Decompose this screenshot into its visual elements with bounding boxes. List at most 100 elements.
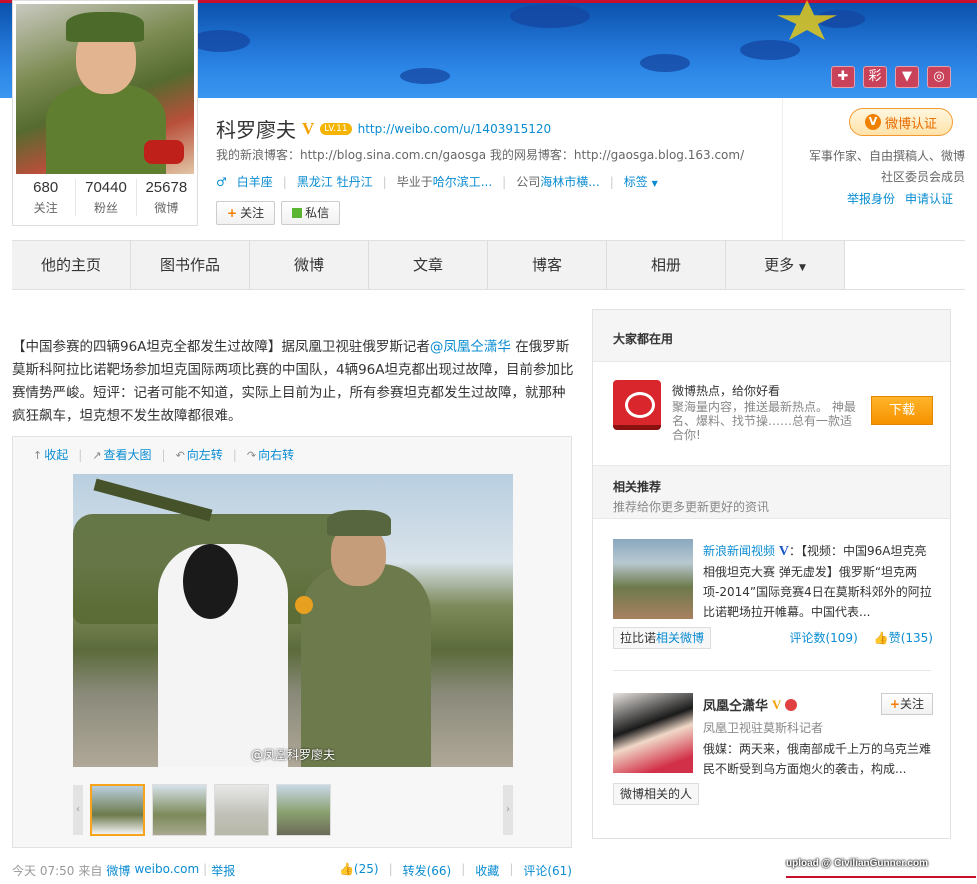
recommend-thumbnail[interactable] (613, 539, 693, 619)
camera-icon[interactable]: ◎ (927, 66, 951, 88)
recommend-header: 相关推荐 推荐给你更多更新更好的资讯 (593, 465, 950, 519)
comment-count-link[interactable]: 评论数(109) (789, 629, 857, 646)
tab-home[interactable]: 他的主页 (12, 241, 131, 289)
watermark-underline (786, 876, 976, 878)
banner-decoration (190, 30, 250, 52)
vip-heart-icon (785, 698, 798, 711)
like-count: 赞(135) (888, 631, 933, 645)
rotate-left-label: 向左转 (186, 448, 223, 462)
school-link[interactable]: 哈尔滨工... (433, 175, 492, 189)
level-badge[interactable]: LV.11 (320, 122, 352, 135)
rotate-left-button[interactable]: ↶ 向左转 (176, 446, 223, 463)
thumbnail[interactable] (214, 784, 269, 836)
like-count: (25) (353, 862, 379, 876)
report-identity-link[interactable]: 举报身份 (847, 190, 895, 207)
message-icon (292, 208, 303, 218)
photo-soldier-cap (327, 510, 391, 536)
tag-suffix: 相关微博 (656, 631, 705, 645)
weibo-app-icon[interactable] (613, 380, 661, 430)
verify-description: 军事作家、自由撰稿人、微博社区委员会成员 (808, 149, 965, 184)
divider: | (161, 447, 166, 462)
zodiac-link[interactable]: 白羊座 (237, 173, 273, 190)
tags-dropdown[interactable]: 标签 ▼ (624, 173, 658, 190)
collapse-icon: ↑ (33, 449, 43, 462)
thumbnail[interactable] (152, 784, 207, 836)
thumbs-up-icon: 👍 (338, 862, 354, 876)
stat-followers[interactable]: 70440 粉丝 (76, 179, 137, 216)
stat-posts[interactable]: 25678 微博 (137, 179, 196, 216)
photo-toolbar: ↑ 收起 | ↗ 查看大图 | ↶ 向左转 | ↷ 向右转 (33, 446, 294, 463)
view-large-label: 查看大图 (103, 448, 152, 462)
download-button[interactable]: 下载 (871, 396, 933, 425)
badge-icon[interactable]: ▼ (895, 66, 919, 88)
thumb-prev-icon[interactable]: ‹ (73, 785, 83, 835)
recommend-person: 凤凰仝潇华 V +关注 凤凰卫视驻莫斯科记者 俄媒：两天来，俄南部成千上万的乌克兰… (613, 693, 933, 813)
stat-label: 关注 (33, 201, 58, 215)
tab-blog[interactable]: 博客 (488, 241, 607, 289)
app-title[interactable]: 微博热点，给你好看 (672, 382, 780, 399)
avatar-card: 680 关注 70440 粉丝 25678 微博 (12, 0, 198, 226)
weibo-verify-button[interactable]: V 微博认证 (849, 108, 953, 136)
thumbnail[interactable] (276, 784, 331, 836)
follow-button[interactable]: + 关注 (216, 201, 276, 225)
thumbnail[interactable] (90, 784, 145, 836)
verify-panel: V 微博认证 军事作家、自由撰稿人、微博社区委员会成员 举报身份 申请认证 (782, 98, 977, 240)
profile-nav: 他的主页 图书作品 微博 文章 博客 相册 更多 ▼ (12, 240, 965, 290)
collapse-button[interactable]: ↑ 收起 (33, 446, 68, 463)
avatar[interactable] (16, 4, 194, 174)
view-large-button[interactable]: ↗ 查看大图 (92, 446, 151, 463)
recommend-title: 相关推荐 (613, 480, 662, 494)
recommend-author-link[interactable]: 新浪新闻视频 (703, 544, 775, 558)
post-photo[interactable]: @凤凰科罗廖夫 (73, 474, 513, 767)
person-avatar[interactable] (613, 693, 693, 773)
thumbs-up-icon: 👍 (873, 631, 889, 645)
post-time[interactable]: 今天 07:50 (12, 862, 74, 879)
blog-links[interactable]: 我的新浪博客：http://blog.sina.com.cn/gaosga 我的… (216, 146, 744, 163)
message-button[interactable]: 私信 (281, 201, 341, 225)
color-icon[interactable]: 彩 (863, 66, 887, 88)
post-text: 【中国参赛的四辆96A坦克全都发生过故障】据凤凰卫视驻俄罗斯记者@凤凰仝潇华 在… (12, 336, 576, 428)
like-count-link[interactable]: 👍赞(135) (874, 629, 933, 646)
person-latest-post[interactable]: 俄媒：两天来，俄南部成千上万的乌克兰难民不断受到乌方面炮火的袭击，构成... (703, 739, 935, 779)
tab-weibo[interactable]: 微博 (250, 241, 369, 289)
report-link[interactable]: 举报 (211, 862, 235, 879)
profile-name: 科罗廖夫 (216, 118, 296, 142)
rotate-right-button[interactable]: ↷ 向右转 (247, 446, 294, 463)
comment-button[interactable]: 评论(61) (523, 862, 572, 879)
like-button[interactable]: 👍(25) (339, 862, 379, 879)
profile-actions: + 关注 私信 (216, 201, 341, 225)
mention-link[interactable]: @凤凰仝潇华 (430, 339, 511, 355)
source-link[interactable]: 微博 (106, 862, 130, 879)
person-title: 凤凰卫视驻莫斯科记者 (703, 721, 824, 735)
related-weibo-tag[interactable]: 拉比诺相关微博 (613, 627, 712, 649)
rotate-right-label: 向右转 (258, 448, 295, 462)
follow-label: 关注 (240, 206, 265, 220)
related-people-tag[interactable]: 微博相关的人 (613, 783, 700, 805)
follow-person-button[interactable]: +关注 (880, 693, 933, 715)
divider: | (502, 174, 507, 189)
post-source: 今天 07:50 来自 微博 weibo.com | 举报 (12, 862, 235, 879)
tab-more[interactable]: 更多 ▼ (726, 241, 845, 289)
favorite-button[interactable]: 收藏 (475, 862, 499, 879)
stat-label: 粉丝 (93, 201, 118, 215)
tab-articles[interactable]: 文章 (369, 241, 488, 289)
nav-spacer (845, 241, 965, 289)
verified-icon[interactable]: V (302, 119, 314, 139)
company-prefix: 公司 (516, 175, 541, 189)
medical-icon[interactable]: ✚ (831, 66, 855, 88)
profile-url-link[interactable]: http://weibo.com/u/1403915120 (358, 122, 552, 136)
stat-following[interactable]: 680 关注 (16, 179, 77, 216)
person-name[interactable]: 凤凰仝潇华 (703, 695, 768, 714)
repost-button[interactable]: 转发(66) (403, 862, 452, 879)
collapse-label: 收起 (44, 448, 69, 462)
location-link[interactable]: 黑龙江 牡丹江 (297, 173, 373, 190)
divider: | (609, 174, 614, 189)
tab-album[interactable]: 相册 (607, 241, 726, 289)
company-link[interactable]: 海林市横... (540, 175, 599, 189)
divider: | (461, 862, 466, 876)
banner-icon-bar: ✚ 彩 ▼ ◎ (831, 66, 951, 88)
source-domain-link[interactable]: weibo.com (134, 862, 199, 879)
apply-verify-link[interactable]: 申请认证 (905, 190, 953, 207)
tab-books[interactable]: 图书作品 (131, 241, 250, 289)
thumb-next-icon[interactable]: › (503, 785, 513, 835)
